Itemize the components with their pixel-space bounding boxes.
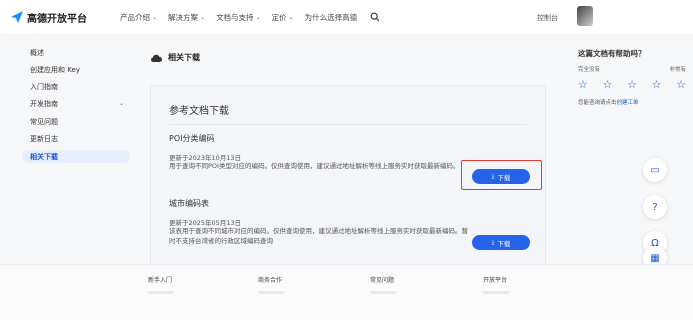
- chevron-down-icon: ⌄: [118, 100, 124, 107]
- monitor-icon[interactable]: ▭: [643, 158, 667, 182]
- card-title: 参考文档下载: [169, 106, 229, 117]
- brand-logo[interactable]: 高德开放平台: [10, 10, 120, 25]
- scale-high-label: 非常有: [669, 67, 686, 73]
- download-icon: ⤓: [491, 238, 495, 246]
- brand-name: 高德开放平台: [27, 13, 87, 25]
- nav-label: 解决方案: [168, 12, 199, 22]
- sidebar-item-label: 相关下载: [30, 152, 58, 161]
- top-navbar: 高德开放平台 产品介绍 ⌄ 解决方案 ⌄ 文档与支持 ⌄ 定价 ⌄ 为什么选择高德 控制…: [0, 0, 693, 34]
- chevron-down-icon: ⌄: [200, 13, 206, 21]
- sidebar-item-downloads[interactable]: 相关下载: [22, 150, 130, 163]
- doc-name: 城市编码表: [169, 199, 209, 208]
- nav-products[interactable]: 产品介绍 ⌄: [120, 12, 157, 23]
- nav-label: 产品介绍: [120, 12, 150, 22]
- footer-sub-link: [483, 291, 509, 294]
- feedback-title: 这篇文档有帮助吗？: [578, 49, 646, 58]
- nav-label: 为什么选择高德: [304, 12, 358, 22]
- logo-icon: [11, 11, 23, 23]
- sidebar-item-label: 常见问题: [30, 117, 58, 126]
- footer-sub-link: [258, 291, 284, 294]
- star-icon[interactable]: ☆: [603, 78, 613, 91]
- sidebar-item-label: 更新日志: [30, 134, 58, 143]
- sidebar-item-label: 创建应用和 Key: [30, 65, 80, 74]
- console-link[interactable]: 控制台: [537, 13, 558, 23]
- help-icon[interactable]: ?: [643, 195, 667, 219]
- sidebar-item-changelog[interactable]: 更新日志: [22, 132, 130, 145]
- section-header: 相关下载: [150, 52, 200, 63]
- note-text: 您能咨询请点击: [578, 100, 617, 106]
- nav-label: 文档与支持: [216, 12, 254, 22]
- star-icon[interactable]: ☆: [627, 78, 637, 91]
- download-city-button[interactable]: ⤓ 下载: [472, 235, 530, 250]
- doc-desc: 该表用于查询不同城市对应的编码。仅供查询使用，建议通过地址解析等线上服务实时获取…: [169, 227, 468, 245]
- sidebar-item-getting-started[interactable]: 入门指南: [22, 80, 130, 93]
- star-icon[interactable]: ☆: [652, 78, 662, 91]
- sidebar-item-label: 开发指南: [30, 99, 58, 108]
- create-ticket-link[interactable]: 创建工单: [617, 100, 639, 106]
- star-icon[interactable]: ☆: [578, 78, 588, 91]
- sidebar-item-label: 入门指南: [30, 82, 58, 91]
- nav-label: 定价: [271, 12, 287, 22]
- sidebar: 概述 创建应用和 Key 入门指南 开发指南 ⌄ 常见问题 更新日志 相关下载: [0, 34, 140, 264]
- feedback-scale: 完全没有 非常有: [578, 65, 686, 73]
- page-title: 相关下载: [168, 53, 200, 62]
- divider: [169, 124, 527, 125]
- sidebar-item-faq[interactable]: 常见问题: [22, 115, 130, 128]
- footer-link[interactable]: 商务合作: [258, 275, 282, 284]
- sidebar-item-create-key[interactable]: 创建应用和 Key: [22, 63, 130, 76]
- avatar[interactable]: [577, 6, 593, 26]
- chevron-down-icon: ⌄: [255, 13, 261, 21]
- nav-why-gaode[interactable]: 为什么选择高德: [305, 12, 358, 23]
- nav-pricing[interactable]: 定价 ⌄: [272, 12, 294, 23]
- sidebar-item-label: 概述: [30, 48, 44, 57]
- button-label: 下载: [497, 239, 511, 248]
- scale-low-label: 完全没有: [578, 67, 601, 73]
- footer-sub-link: [148, 291, 174, 294]
- doc-desc: 用于查询不同POI类型对应的编码。仅供查询使用，建议通过地址解析等线上服务实时获…: [169, 162, 460, 170]
- nav-docs[interactable]: 文档与支持 ⌄: [216, 12, 261, 23]
- sidebar-item-dev-guide[interactable]: 开发指南 ⌄: [22, 97, 130, 110]
- star-icon[interactable]: ☆: [676, 78, 686, 91]
- rating-stars: ☆ ☆ ☆ ☆ ☆: [578, 78, 686, 91]
- highlight-box: [461, 160, 542, 190]
- footer-sub-link: [370, 291, 396, 294]
- feedback-panel: 这篇文档有帮助吗？ 完全没有 非常有 ☆ ☆ ☆ ☆ ☆ 您能咨询请点击创建工单: [578, 48, 688, 106]
- chevron-down-icon: ⌄: [152, 13, 158, 21]
- nav-solutions[interactable]: 解决方案 ⌄: [168, 12, 205, 23]
- feedback-note: 您能咨询请点击创建工单: [578, 98, 688, 106]
- footer-link[interactable]: 常见问题: [370, 275, 394, 284]
- cloud-icon: [151, 54, 162, 62]
- sidebar-item-overview[interactable]: 概述: [22, 46, 130, 59]
- search-icon[interactable]: [370, 12, 380, 22]
- chevron-down-icon: ⌄: [288, 13, 294, 21]
- footer-link[interactable]: 新手入门: [148, 275, 172, 284]
- footer-link[interactable]: 开放平台: [483, 275, 507, 284]
- footer: 新手入门 商务合作 常见问题 开放平台: [0, 264, 693, 320]
- doc-name: POI分类编码: [169, 134, 215, 143]
